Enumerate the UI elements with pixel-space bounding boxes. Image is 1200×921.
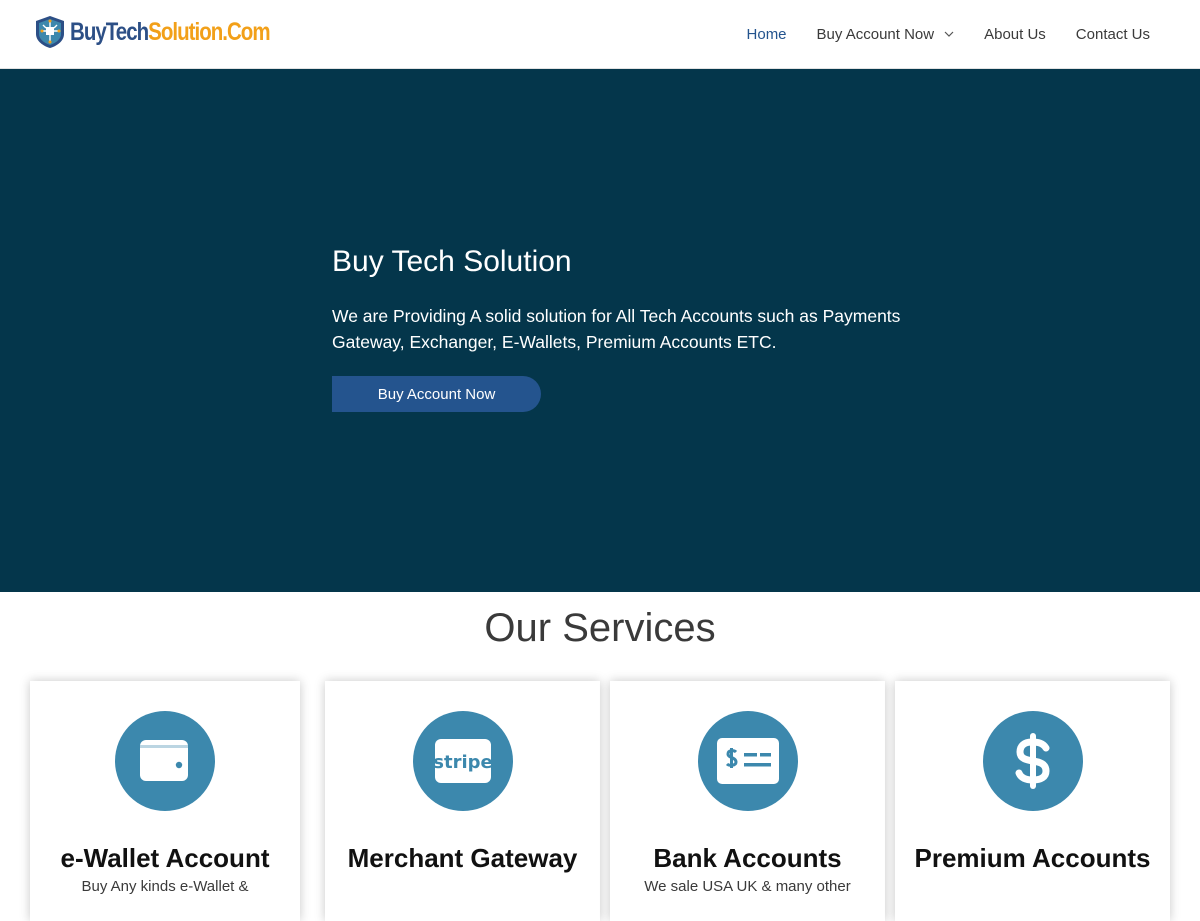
service-card-ewallet[interactable]: e-Wallet Account Buy Any kinds e-Wallet … [30, 681, 300, 921]
service-title: Merchant Gateway [347, 843, 578, 873]
wallet-icon [115, 711, 215, 811]
svg-text:stripe: stripe [435, 752, 491, 773]
hero-text: We are Providing A solid solution for Al… [332, 306, 901, 352]
main-nav: Home Buy Account Now About Us Contact Us [717, 0, 1150, 68]
service-title: Bank Accounts [653, 843, 842, 873]
site-header: BuyTechSolution.Com Home Buy Account Now… [0, 0, 1200, 69]
money-check-icon [697, 711, 798, 811]
nav-home[interactable]: Home [747, 26, 787, 43]
stripe-icon: stripe [412, 711, 513, 811]
chevron-down-icon [944, 31, 954, 37]
dollar-icon [982, 711, 1083, 811]
nav-contact-us[interactable]: Contact Us [1076, 26, 1150, 43]
hero-section: Buy Tech Solution We are Providing A sol… [0, 69, 1200, 592]
nav-about-us[interactable]: About Us [984, 26, 1046, 43]
services-title: Our Services [484, 606, 716, 650]
service-card-premium-accounts[interactable]: Premium Accounts [895, 681, 1170, 921]
service-desc: Buy Any kinds e-Wallet & [81, 878, 249, 895]
hero-title: Buy Tech Solution [332, 245, 572, 278]
nav-buy-account-now[interactable]: Buy Account Now [817, 26, 955, 43]
logo-text: BuyTechSolution.Com [70, 17, 271, 46]
service-desc: We sale USA UK & many other [644, 878, 851, 895]
service-card-merchant-gateway[interactable]: stripe Merchant Gateway [325, 681, 600, 921]
buy-account-now-button[interactable]: Buy Account Now [332, 376, 541, 412]
site-logo[interactable]: BuyTechSolution.Com [34, 14, 313, 50]
circuit-shield-icon [36, 16, 64, 48]
service-title: e-Wallet Account [60, 843, 270, 873]
service-title: Premium Accounts [914, 843, 1151, 873]
service-card-bank-accounts[interactable]: Bank Accounts We sale USA UK & many othe… [610, 681, 885, 921]
